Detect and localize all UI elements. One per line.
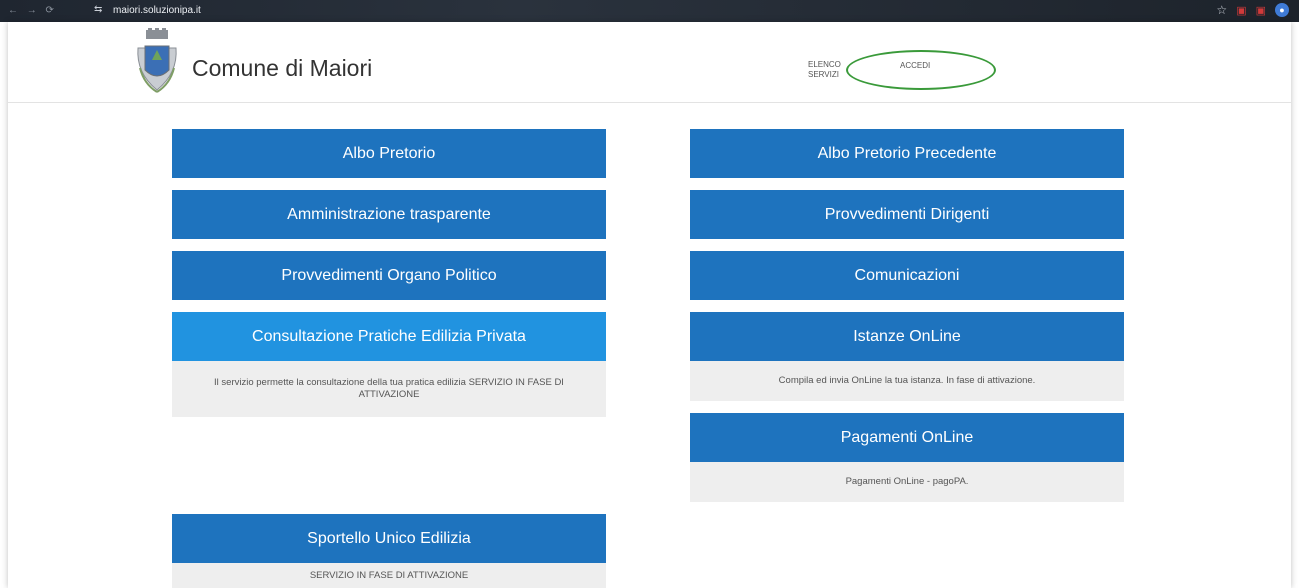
nav-accedi[interactable]: ACCEDI (900, 61, 930, 71)
tile-albo-pretorio[interactable]: Albo Pretorio (172, 129, 606, 178)
tile-description: SERVIZIO IN FASE DI ATTIVAZIONE (172, 563, 606, 588)
site-title[interactable]: Comune di Maiori (192, 55, 372, 82)
tile-sportello-unico-edilizia[interactable]: Sportello Unico Edilizia (172, 514, 606, 563)
tile-description: Il servizio permette la consultazione de… (172, 361, 606, 417)
nav-elenco-servizi[interactable]: ELENCO SERVIZI (808, 60, 848, 80)
municipality-crest-icon[interactable] (132, 28, 182, 98)
tile-istanze-online[interactable]: Istanze OnLine (690, 312, 1124, 361)
extension-icon-2[interactable]: ▣ (1256, 4, 1266, 17)
tile-amministrazione-trasparente[interactable]: Amministrazione trasparente (172, 190, 606, 239)
browser-actions: ☆ ▣ ▣ ● (1216, 3, 1289, 17)
browser-nav-icons[interactable]: ← → ⟳ (8, 5, 57, 16)
tile-provvedimenti-dirigenti[interactable]: Provvedimenti Dirigenti (690, 190, 1124, 239)
tile-description: Pagamenti OnLine - pagoPA. (690, 462, 1124, 502)
page-content: Comune di Maiori ELENCO SERVIZI ACCEDI A… (8, 22, 1291, 588)
tile-pagamenti-online[interactable]: Pagamenti OnLine (690, 413, 1124, 462)
extension-icon[interactable]: ▣ (1236, 4, 1246, 17)
address-bar[interactable]: maiori.soluzionipa.it (113, 5, 201, 16)
site-header: Comune di Maiori ELENCO SERVIZI ACCEDI (8, 22, 1291, 103)
tile-description: Compila ed invia OnLine la tua istanza. … (690, 361, 1124, 401)
browser-toolbar: ← → ⟳ ⇆ maiori.soluzionipa.it ☆ ▣ ▣ ● (0, 0, 1299, 22)
tile-comunicazioni[interactable]: Comunicazioni (690, 251, 1124, 300)
site-settings-icon[interactable]: ⇆ (94, 4, 102, 15)
tile-provvedimenti-organo-politico[interactable]: Provvedimenti Organo Politico (172, 251, 606, 300)
bookmark-star-icon[interactable]: ☆ (1216, 3, 1227, 17)
tile-consultazione-pratiche-edilizia[interactable]: Consultazione Pratiche Edilizia Privata (172, 312, 606, 361)
tile-albo-pretorio-precedente[interactable]: Albo Pretorio Precedente (690, 129, 1124, 178)
profile-avatar-icon[interactable]: ● (1275, 3, 1289, 17)
